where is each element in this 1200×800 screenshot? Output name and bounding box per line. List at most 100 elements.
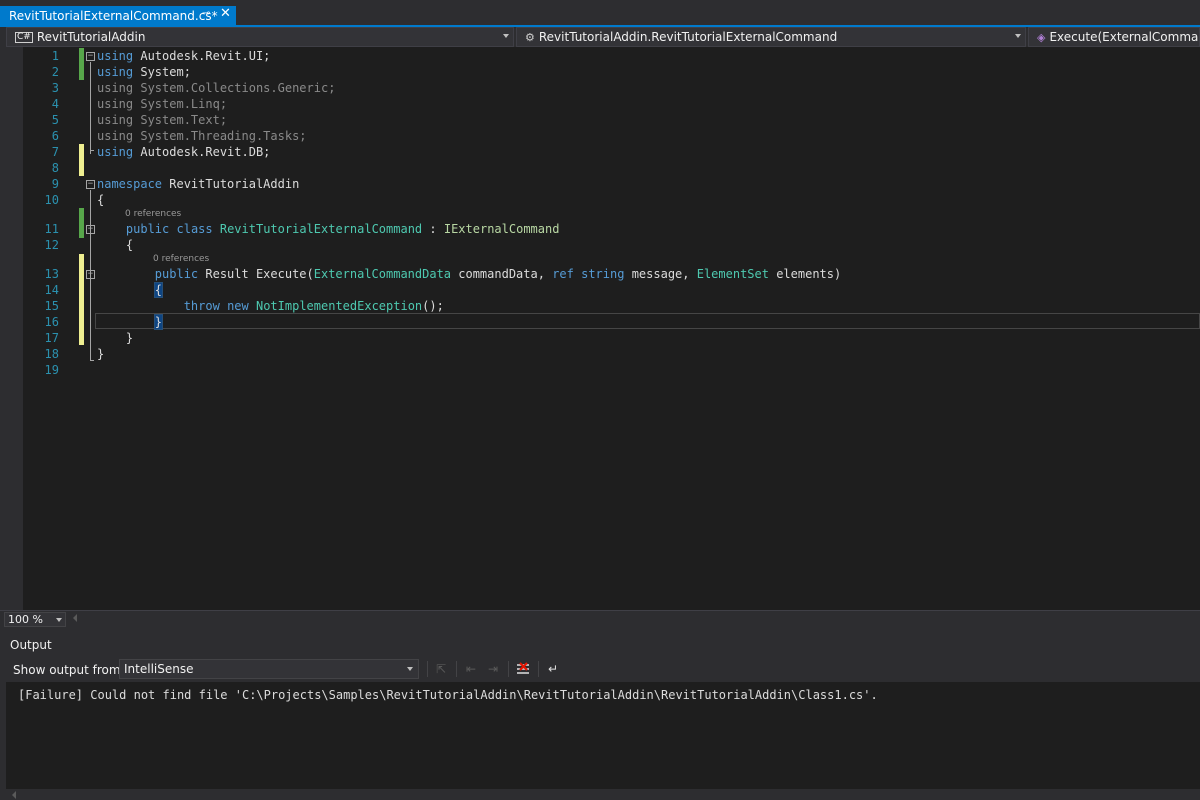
toggle-word-wrap-icon[interactable]: ↵ xyxy=(544,660,562,678)
document-tab[interactable]: RevitTutorialExternalCommand.cs* ⊸ ✕ xyxy=(0,6,236,25)
output-panel: Output Show output from: IntelliSense ⇱ … xyxy=(0,634,1200,800)
document-tab-strip: RevitTutorialExternalCommand.cs* ⊸ ✕ xyxy=(0,0,1200,27)
keyword: using xyxy=(97,49,134,63)
zoom-level: 100 % xyxy=(8,613,43,626)
line-number: 19 xyxy=(44,363,59,377)
code-text: System; xyxy=(133,65,191,79)
code-text: message, xyxy=(624,267,697,281)
output-source-dropdown[interactable]: IntelliSense xyxy=(119,659,419,679)
line-number: 6 xyxy=(51,129,59,143)
line-number: 13 xyxy=(44,267,59,281)
toolbar-separator xyxy=(508,661,509,677)
keyword: public xyxy=(154,267,199,281)
chevron-down-icon[interactable] xyxy=(1015,34,1021,38)
output-text[interactable]: [Failure] Could not find file 'C:\Projec… xyxy=(6,682,1200,789)
code-line[interactable]: using Autodesk.Revit.DB; xyxy=(97,145,270,159)
type-name: ElementSet xyxy=(696,267,769,281)
code-line[interactable]: } xyxy=(97,331,133,345)
project-dropdown-label: RevitTutorialAddin xyxy=(36,30,146,44)
unused-using-line[interactable]: using System.Text; xyxy=(97,113,227,127)
saved-change-marker xyxy=(79,48,84,80)
keyword: public xyxy=(125,222,170,236)
code-line[interactable]: { xyxy=(97,282,164,298)
code-line[interactable]: using Autodesk.Revit.UI; xyxy=(97,49,270,63)
line-number: 4 xyxy=(51,97,59,111)
code-text: Autodesk.Revit.DB; xyxy=(133,145,271,159)
keyword: throw xyxy=(183,299,220,313)
member-dropdown[interactable]: ◈ Execute(ExternalCommandData xyxy=(1028,27,1200,47)
collapse-icon[interactable]: − xyxy=(86,180,95,189)
code-text: Autodesk.Revit.UI; xyxy=(133,49,271,63)
chevron-down-icon[interactable] xyxy=(503,34,509,38)
line-number: 15 xyxy=(44,299,59,313)
code-line[interactable]: } xyxy=(97,314,164,330)
code-text: (); xyxy=(422,299,444,313)
code-text: elements) xyxy=(768,267,842,281)
keyword: ref xyxy=(552,267,574,281)
codelens-references[interactable]: 0 references xyxy=(125,209,181,219)
fold-guide-end xyxy=(90,360,94,361)
scroll-left-icon[interactable] xyxy=(73,614,77,622)
line-number: 7 xyxy=(51,145,59,159)
matched-brace: } xyxy=(153,314,164,330)
code-line[interactable]: { xyxy=(97,193,104,207)
code-text: { xyxy=(125,238,134,252)
fold-guide xyxy=(90,62,91,154)
code-text: Result Execute( xyxy=(198,267,314,281)
code-line[interactable]: public class RevitTutorialExternalComman… xyxy=(97,222,560,236)
keyword: string xyxy=(581,267,625,281)
text-caret xyxy=(162,315,164,328)
next-message-icon[interactable]: ⇥ xyxy=(484,660,502,678)
keyword: using xyxy=(97,65,134,79)
current-line-highlight xyxy=(95,313,1200,329)
csharp-project-icon: C# xyxy=(15,31,33,43)
previous-message-icon[interactable]: ⇤ xyxy=(462,660,480,678)
code-line[interactable]: namespace RevitTutorialAddin xyxy=(97,177,299,191)
code-line[interactable]: { xyxy=(97,238,133,252)
code-text: RevitTutorialAddin xyxy=(162,177,300,191)
line-number: 2 xyxy=(51,65,59,79)
scroll-left-icon[interactable] xyxy=(12,791,16,799)
collapse-icon[interactable]: − xyxy=(86,225,95,234)
chevron-down-icon[interactable] xyxy=(407,667,413,671)
output-panel-title: Output xyxy=(10,638,52,652)
unused-using-line[interactable]: using System.Threading.Tasks; xyxy=(97,129,307,143)
line-number: 3 xyxy=(51,81,59,95)
toolbar-separator xyxy=(456,661,457,677)
fold-guide-end xyxy=(90,150,94,151)
code-editor[interactable]: 1 2 3 4 5 6 7 8 9 10 11 12 13 14 15 16 1… xyxy=(0,47,1200,610)
line-number: 14 xyxy=(44,283,59,297)
output-source-value: IntelliSense xyxy=(124,662,194,676)
type-name: ExternalCommandData xyxy=(313,267,452,281)
clear-all-icon[interactable] xyxy=(514,660,532,678)
matched-brace: { xyxy=(153,282,164,298)
pin-tab-icon[interactable]: ⊸ xyxy=(202,8,210,19)
chevron-down-icon[interactable] xyxy=(56,618,62,622)
code-line[interactable]: throw new NotImplementedException(); xyxy=(97,299,444,313)
line-number: 9 xyxy=(51,177,59,191)
code-line[interactable]: using System; xyxy=(97,65,191,79)
collapse-icon[interactable]: − xyxy=(86,52,95,61)
code-line[interactable]: } xyxy=(97,347,104,361)
unused-using-line[interactable]: using System.Linq; xyxy=(97,97,227,111)
line-number: 1 xyxy=(51,49,59,63)
code-line[interactable]: public Result Execute(ExternalCommandDat… xyxy=(97,267,841,281)
tab-title[interactable]: RevitTutorialExternalCommand.cs* xyxy=(9,9,218,23)
keyword: new xyxy=(227,299,249,313)
output-horizontal-scrollbar[interactable] xyxy=(6,789,1200,800)
method-icon: ◈ xyxy=(1037,30,1046,44)
codelens-references[interactable]: 0 references xyxy=(153,254,209,264)
collapse-icon[interactable]: − xyxy=(86,270,95,279)
project-dropdown[interactable]: C# RevitTutorialAddin xyxy=(6,27,514,47)
member-dropdown-label: Execute(ExternalCommandData xyxy=(1049,30,1199,44)
unused-using-line[interactable]: using System.Collections.Generic; xyxy=(97,81,335,95)
keyword: using xyxy=(97,145,134,159)
zoom-dropdown[interactable]: 100 % xyxy=(4,612,66,627)
type-name: NotImplementedException xyxy=(255,299,423,313)
type-dropdown[interactable]: ⚙ RevitTutorialAddin.RevitTutorialExtern… xyxy=(516,27,1026,47)
close-tab-icon[interactable]: ✕ xyxy=(220,6,231,21)
class-icon: ⚙ xyxy=(525,30,535,44)
editor-left-margin xyxy=(0,47,23,610)
find-message-in-code-icon[interactable]: ⇱ xyxy=(432,660,450,678)
line-number: 8 xyxy=(51,161,59,175)
